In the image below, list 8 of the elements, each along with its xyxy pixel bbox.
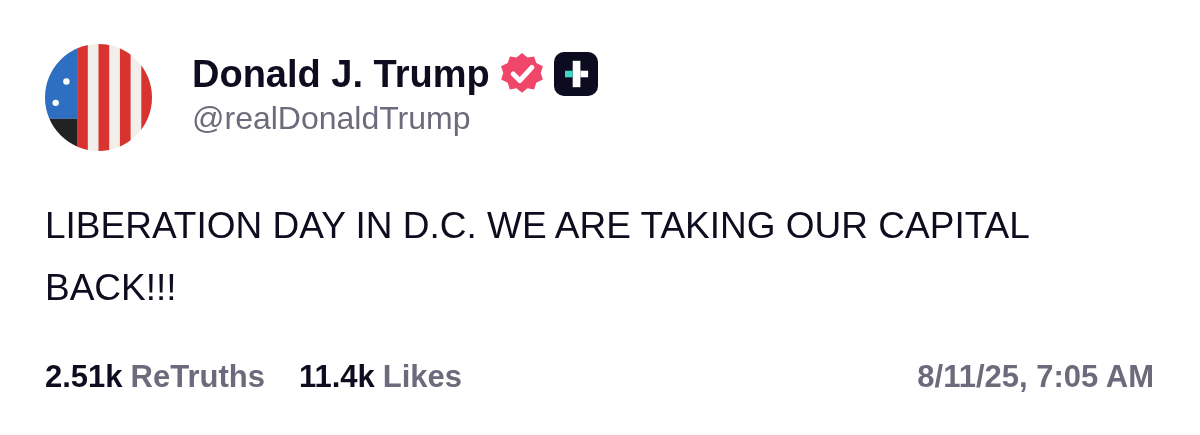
stat-label[interactable]: ReTruths [130,359,265,395]
post-timestamp: 8/11/25, 7:05 AM [917,359,1154,395]
author-name: Donald J. Trump [192,52,490,96]
stat-count: 11.4k [298,359,375,395]
stat-count: 2.51k [45,359,123,395]
post-text: LIBERATION DAY IN D.C. WE ARE TAKING OUR CAPITAL BACK!!! [45,204,1030,310]
stat-label[interactable]: Likes [382,359,463,395]
user-handle: @realDonaldTrump [192,100,472,137]
